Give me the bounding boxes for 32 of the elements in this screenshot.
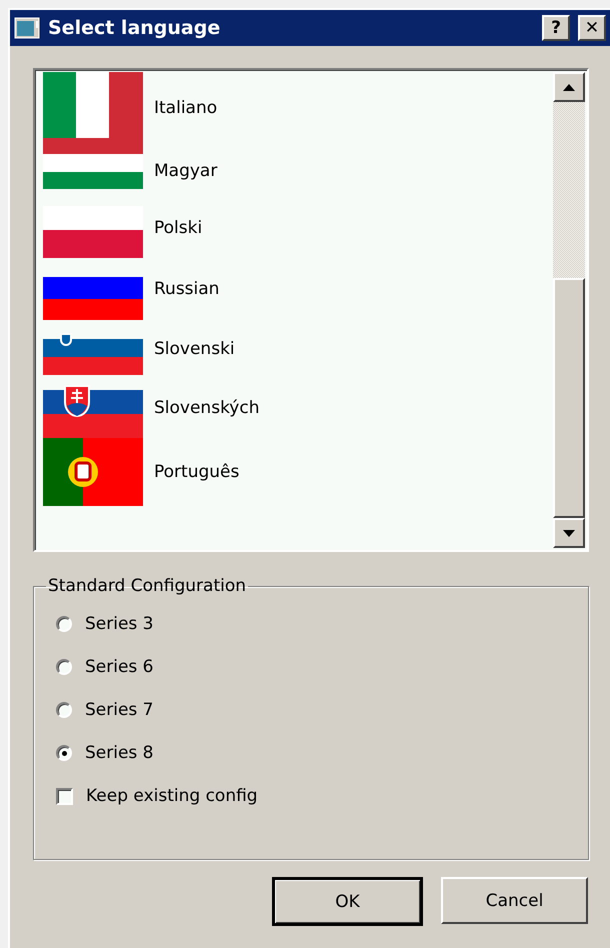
language-item[interactable]: Russian [154, 279, 220, 299]
language-item[interactable]: Polski [154, 218, 202, 238]
group-title: Standard Configuration [47, 576, 248, 596]
close-button[interactable]: ✕ [578, 15, 606, 41]
window-title: Select language [48, 17, 222, 39]
language-item[interactable]: Slovenských [154, 398, 260, 418]
radio-button[interactable] [56, 702, 72, 718]
up-arrow-icon [563, 84, 575, 90]
help-button[interactable]: ? [542, 15, 570, 41]
dialog-button[interactable]: OK [272, 877, 423, 926]
radio-button[interactable] [56, 616, 72, 632]
radio-button[interactable] [56, 745, 72, 761]
language-item[interactable]: Português [154, 462, 240, 482]
option-label: Series 8 [85, 743, 154, 763]
scroll-up-button[interactable] [553, 72, 585, 102]
down-arrow-icon [563, 530, 575, 536]
language-list[interactable]: Italiano Magyar Polski Russian Slovenski Slovenských Português [33, 68, 589, 552]
language-item[interactable]: Slovenski [154, 339, 235, 359]
scroll-thumb[interactable] [553, 278, 585, 518]
checkbox-label: Keep existing config [86, 786, 258, 806]
scroll-down-button[interactable] [553, 518, 585, 548]
radio-button[interactable] [56, 659, 72, 675]
language-item[interactable]: Magyar [154, 161, 218, 181]
language-item[interactable]: Italiano [154, 98, 218, 118]
option-label: Series 6 [85, 657, 154, 677]
app-icon [14, 17, 40, 39]
option-label: Series 7 [85, 700, 154, 720]
flag-icon [43, 438, 143, 506]
dialog-button[interactable]: Cancel [441, 877, 588, 924]
checkbox[interactable] [56, 788, 73, 804]
flag-icon [43, 72, 143, 144]
option-label: Series 3 [85, 614, 154, 634]
